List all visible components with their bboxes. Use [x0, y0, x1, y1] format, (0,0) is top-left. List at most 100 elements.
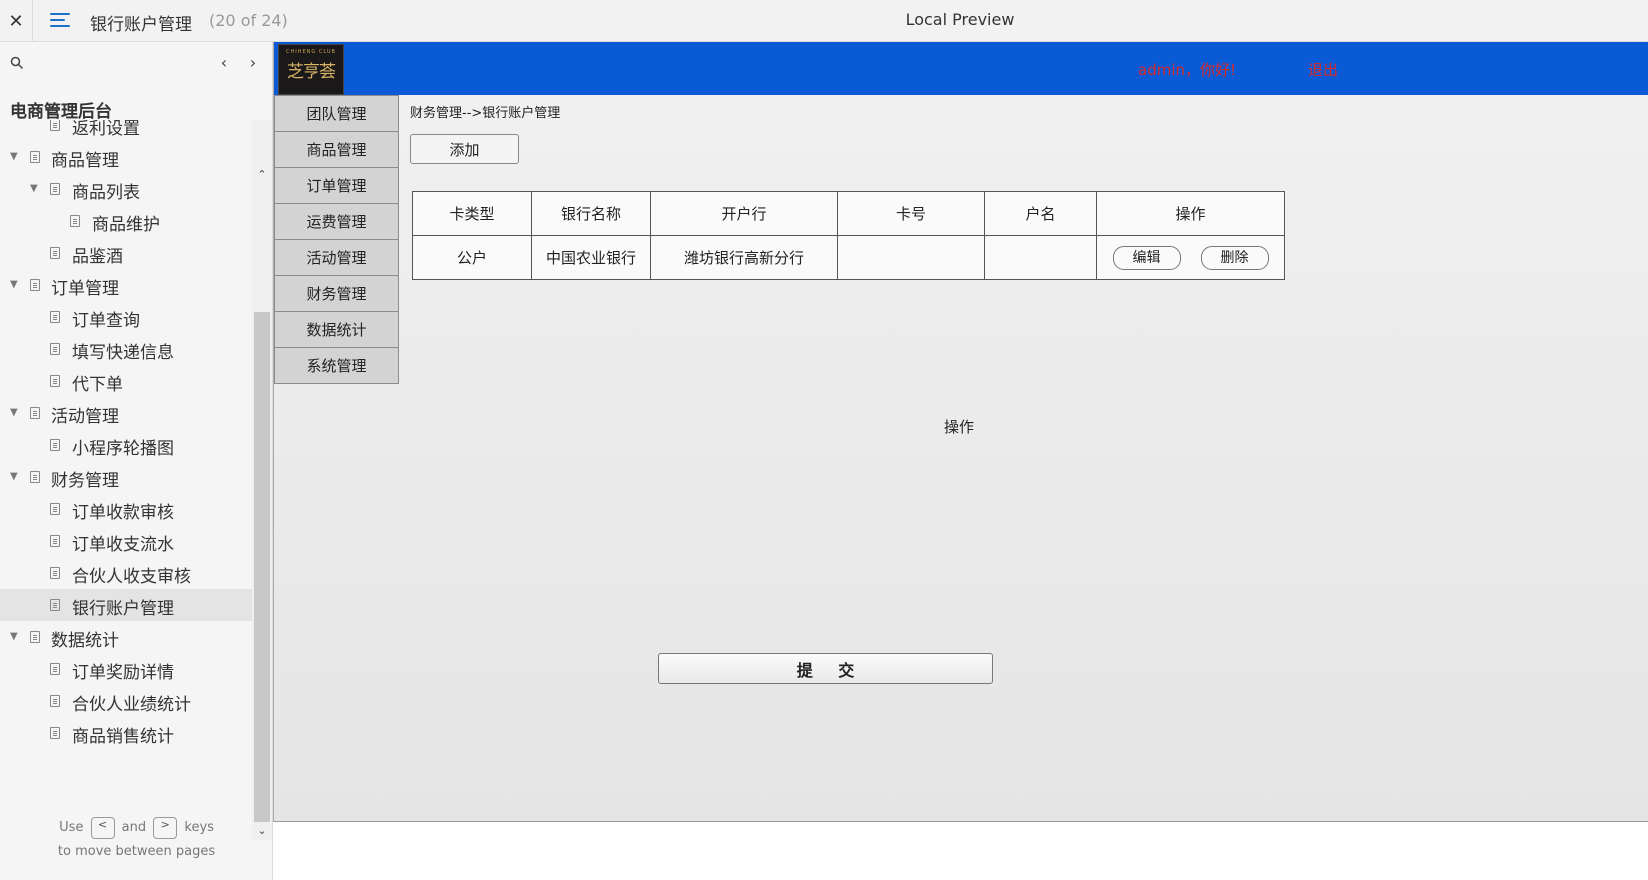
tree-item[interactable]: 商品销售统计	[0, 717, 252, 749]
caret-down-icon[interactable]: ▼	[10, 280, 20, 290]
page-icon	[70, 215, 80, 227]
page-icon	[50, 343, 60, 355]
caret-down-icon[interactable]: ▼	[10, 472, 20, 482]
tree-item-label: 订单奖励详情	[72, 663, 174, 683]
tree-item[interactable]: 品鉴酒	[0, 237, 252, 269]
tree-item[interactable]: ▼ 商品列表	[0, 173, 252, 205]
menu-item[interactable]: 数据统计	[274, 311, 399, 348]
page-icon	[50, 727, 60, 739]
caret-down-icon[interactable]: ▼	[10, 152, 20, 162]
tree-item[interactable]: 订单奖励详情	[0, 653, 252, 685]
chevron-right-icon[interactable]: ›	[245, 54, 261, 72]
logo-subtitle: CHIHENG CLUB	[286, 49, 336, 55]
page-icon	[50, 599, 60, 611]
user-greeting: admin，你好!	[1138, 61, 1237, 79]
table-header-row: 卡类型 银行名称 开户行 卡号 户名 操作	[412, 191, 1285, 236]
tree-item[interactable]: 填写快递信息	[0, 333, 252, 365]
cell-branch: 潍坊银行高新分行	[650, 235, 838, 280]
tree-item-label: 商品管理	[51, 151, 119, 171]
tree-item[interactable]: 小程序轮播图	[0, 429, 252, 461]
tree-item[interactable]: 订单收款审核	[0, 493, 252, 525]
caret-down-icon[interactable]: ▼	[30, 184, 40, 194]
page-icon	[50, 183, 60, 195]
menu-item[interactable]: 系统管理	[274, 347, 399, 384]
header-branch: 开户行	[650, 191, 838, 236]
tree-root-label: 电商管理后台	[10, 102, 112, 122]
tree-item[interactable]: 商品维护	[0, 205, 252, 237]
logout-link[interactable]: 退出	[1308, 59, 1338, 80]
tree-item-label: 订单查询	[72, 311, 140, 331]
page-icon	[30, 279, 40, 291]
page-title: 银行账户管理	[90, 15, 192, 35]
hint-text: and	[121, 820, 147, 835]
menu-item[interactable]: 团队管理	[274, 95, 399, 132]
cell-actions: 编辑 删除	[1096, 235, 1285, 280]
preview-title: Local Preview	[905, 10, 1015, 29]
menu-item[interactable]: 运费管理	[274, 203, 399, 240]
caret-down-icon[interactable]: ▼	[10, 408, 20, 418]
menu-icon[interactable]	[50, 11, 70, 29]
hint-text: to move between pages	[57, 844, 216, 859]
tree-item-label: 小程序轮播图	[72, 439, 174, 459]
scroll-thumb[interactable]	[254, 312, 270, 822]
tree-item[interactable]: ▼ 活动管理	[0, 397, 252, 429]
menu-item[interactable]: 活动管理	[274, 239, 399, 276]
delete-button[interactable]: 删除	[1200, 245, 1269, 270]
header-holder: 户名	[984, 191, 1097, 236]
tree-item-label: 财务管理	[51, 471, 119, 491]
tree-scrollbar[interactable]: ⌃ ⌄	[252, 120, 272, 840]
edit-button[interactable]: 编辑	[1112, 245, 1181, 270]
tree-item-label: 商品列表	[72, 183, 140, 203]
tree-item[interactable]: 返利设置	[0, 120, 252, 141]
tree-item[interactable]: 银行账户管理	[0, 589, 252, 621]
tree-item-label: 商品维护	[92, 215, 160, 235]
scroll-up-icon[interactable]: ⌃	[256, 169, 268, 180]
tree-item-label: 合伙人收支审核	[72, 567, 191, 587]
tree-item-label: 代下单	[72, 375, 123, 395]
menu-item[interactable]: 订单管理	[274, 167, 399, 204]
top-bar: ✕ 银行账户管理 (20 of 24) Local Preview	[0, 0, 1648, 42]
tree-item-label: 商品销售统计	[72, 727, 174, 747]
page-icon	[50, 311, 60, 323]
tree-item-label: 订单收款审核	[72, 503, 174, 523]
close-icon[interactable]: ✕	[0, 0, 33, 42]
tree-item[interactable]: ▼ 订单管理	[0, 269, 252, 301]
page-icon	[50, 535, 60, 547]
hint-text: Use	[59, 820, 84, 835]
tree-item[interactable]: ▼ 商品管理	[0, 141, 252, 173]
key-next-icon: >	[153, 816, 178, 839]
key-prev-icon: <	[90, 816, 115, 839]
cell-bank-name: 中国农业银行	[531, 235, 651, 280]
page-icon	[50, 695, 60, 707]
tree-item[interactable]: 订单收支流水	[0, 525, 252, 557]
tree-item[interactable]: 合伙人收支审核	[0, 557, 252, 589]
search-icon[interactable]	[10, 56, 24, 70]
header-card-no: 卡号	[837, 191, 985, 236]
page-icon	[50, 375, 60, 387]
page-icon	[30, 471, 40, 483]
tree-item-label: 订单收支流水	[72, 535, 174, 555]
submit-button[interactable]: 提 交	[658, 653, 993, 684]
tree-item-label: 活动管理	[51, 407, 119, 427]
tree-item[interactable]: 订单查询	[0, 301, 252, 333]
header-card-type: 卡类型	[412, 191, 532, 236]
tree-item[interactable]: 合伙人业绩统计	[0, 685, 252, 717]
page-icon	[50, 439, 60, 451]
chevron-left-icon[interactable]: ‹	[216, 54, 232, 72]
caret-down-icon[interactable]: ▼	[10, 632, 20, 642]
tree-item-label: 填写快递信息	[72, 343, 174, 363]
page-icon	[30, 407, 40, 419]
hint-text: keys	[184, 820, 214, 835]
operation-label: 操作	[944, 418, 975, 436]
tree-item[interactable]: ▼ 财务管理	[0, 461, 252, 493]
tree-item[interactable]: 代下单	[0, 365, 252, 397]
add-button[interactable]: 添加	[410, 134, 519, 164]
page-icon	[30, 631, 40, 643]
menu-item[interactable]: 财务管理	[274, 275, 399, 312]
tree-item[interactable]: ▼ 数据统计	[0, 621, 252, 653]
page-icon	[50, 247, 60, 259]
menu-item[interactable]: 商品管理	[274, 131, 399, 168]
keyboard-hint: Use < and > keys to move between pages	[0, 816, 273, 864]
header-actions: 操作	[1096, 191, 1285, 236]
page-tree-sidebar: ‹ › 电商管理后台 返利设置 ▼ 商品管理 ▼ 商品列表商品维护 品鉴酒 ▼ 订单管理订单查…	[0, 42, 273, 880]
